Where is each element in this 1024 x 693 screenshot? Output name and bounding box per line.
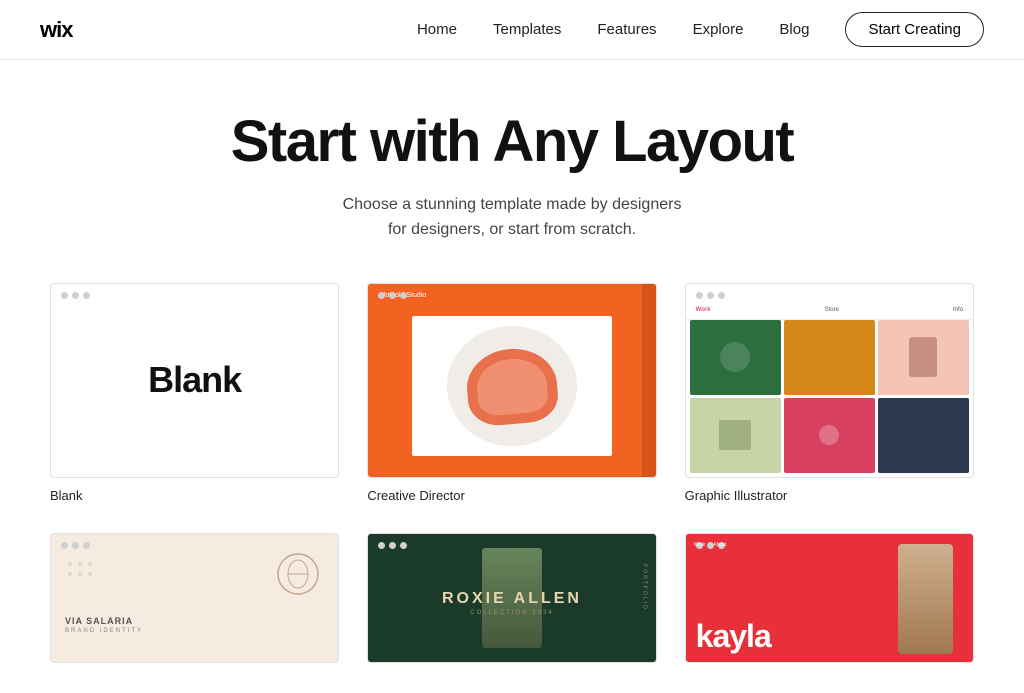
dot-1 (696, 292, 703, 299)
gi-cell-1 (690, 320, 781, 395)
gi-cell-4 (690, 398, 781, 473)
roxie-subtitle: Collection 2024 (442, 610, 582, 616)
start-creating-button[interactable]: Start Creating (845, 12, 984, 47)
via-salaria-name: VIA SALARIA BRAND IDENTITY (65, 616, 143, 634)
dot-1 (61, 292, 68, 299)
dot-2 (389, 542, 396, 549)
logo[interactable]: wix (40, 17, 72, 43)
template-card-kayla[interactable]: kayla Work About (685, 533, 974, 663)
hero-subtitle: Choose a stunning template made by desig… (342, 192, 682, 243)
roxie-side-label: PORTFOLIO (642, 564, 648, 611)
template-name-blank: Blank (50, 488, 339, 503)
browser-dots-graphic (696, 292, 725, 299)
nav-link-features[interactable]: Features (597, 21, 656, 38)
template-card-roxie[interactable]: ROXIE ALLEN Collection 2024 PORTFOLIO (367, 533, 656, 663)
template-grid: Blank Blank Hotpole Studio (0, 283, 1024, 533)
gi-cell-2 (784, 320, 875, 395)
squiggle-illustration (273, 549, 323, 599)
dot-1 (378, 292, 385, 299)
graphic-grid (690, 320, 969, 473)
browser-dots-roxie (378, 542, 407, 549)
kayla-person (898, 544, 953, 654)
dot-3 (718, 292, 725, 299)
template-card-blank[interactable]: Blank Blank (50, 283, 339, 503)
roxie-name-block: ROXIE ALLEN Collection 2024 (442, 590, 582, 616)
browser-dots-beige (61, 542, 90, 549)
blank-label: Blank (148, 359, 241, 401)
template-card-graphic[interactable]: Work Store Info (685, 283, 974, 503)
template-card-via-salaria[interactable]: VIA SALARIA BRAND IDENTITY (50, 533, 339, 663)
dot-2 (707, 292, 714, 299)
template-name-graphic: Graphic Illustrator (685, 488, 974, 503)
hero-section: Start with Any Layout Choose a stunning … (0, 60, 1024, 283)
dot-2 (72, 542, 79, 549)
template-thumbnail-via-salaria: VIA SALARIA BRAND IDENTITY (50, 533, 339, 663)
graphic-nav-work: Work (696, 307, 711, 313)
browser-dots (61, 292, 90, 299)
kayla-title: kayla (696, 620, 771, 652)
hero-title: Start with Any Layout (20, 110, 1004, 174)
dot-3 (400, 292, 407, 299)
dot-1 (378, 542, 385, 549)
template-thumbnail-roxie: ROXIE ALLEN Collection 2024 PORTFOLIO (367, 533, 656, 663)
nav-links: Home Templates Features Explore Blog Sta… (417, 12, 984, 47)
browser-dots-creative (378, 292, 407, 299)
graphic-nav: Work Store Info (686, 302, 973, 320)
graphic-nav-info: Info (953, 307, 963, 313)
dot-2 (72, 292, 79, 299)
texture-dots (65, 559, 105, 599)
kayla-nav: Work About (694, 542, 727, 548)
template-thumbnail-creative: Hotpole Studio (367, 283, 656, 478)
creative-header: Hotpole Studio (368, 284, 655, 305)
graphic-nav-store: Store (825, 307, 839, 313)
template-thumbnail-kayla: kayla Work About (685, 533, 974, 663)
template-thumbnail-blank: Blank (50, 283, 339, 478)
gi-cell-3 (878, 320, 969, 395)
template-name-creative: Creative Director (367, 488, 656, 503)
dot-2 (389, 292, 396, 299)
roxie-title: ROXIE ALLEN (442, 590, 582, 608)
nav-link-templates[interactable]: Templates (493, 21, 561, 38)
navbar: wix Home Templates Features Explore Blog… (0, 0, 1024, 60)
dot-3 (400, 542, 407, 549)
bottom-template-row: VIA SALARIA BRAND IDENTITY (0, 533, 1024, 693)
gi-cell-5 (784, 398, 875, 473)
dot-1 (61, 542, 68, 549)
nav-link-home[interactable]: Home (417, 21, 457, 38)
creative-inner: Hotpole Studio (368, 284, 655, 477)
nav-link-explore[interactable]: Explore (693, 21, 744, 38)
template-thumbnail-graphic: Work Store Info (685, 283, 974, 478)
nav-link-blog[interactable]: Blog (779, 21, 809, 38)
gi-cell-6 (878, 398, 969, 473)
template-card-creative[interactable]: Hotpole Studio Creative Director (367, 283, 656, 503)
dot-3 (83, 292, 90, 299)
dot-3 (83, 542, 90, 549)
